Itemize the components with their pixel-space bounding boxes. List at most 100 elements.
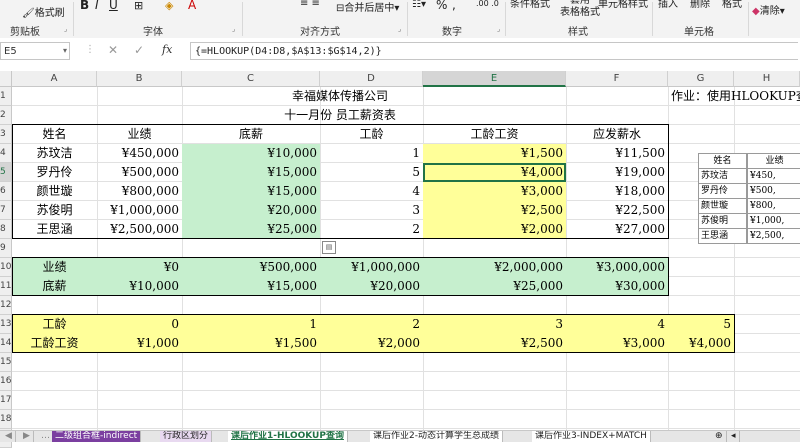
lookup-label-sales[interactable]: 业绩 (12, 258, 97, 277)
lookup-bonus-value[interactable]: ¥1,500 (182, 334, 320, 353)
row-header-9[interactable]: 9 (0, 239, 12, 258)
employee-base[interactable]: ¥25,000 (182, 220, 320, 239)
row-header-1[interactable]: 1 (0, 87, 12, 106)
underline-button[interactable]: U (109, 0, 118, 12)
employee-years[interactable]: 1 (320, 144, 423, 163)
employee-name[interactable]: 颜世璇 (12, 182, 97, 201)
format-painter-button[interactable]: 🖌格式刷 (22, 4, 65, 19)
row-header-14[interactable]: 14 (0, 334, 12, 353)
sheet-scroll-left-icon[interactable]: ◂ (728, 431, 740, 442)
row-header-7[interactable]: 7 (0, 201, 12, 220)
comma-button[interactable]: , (452, 0, 456, 12)
chevron-down-icon[interactable]: ▾ (63, 46, 67, 55)
column-header-C[interactable]: C (182, 71, 320, 87)
lookup-bonus-value[interactable]: ¥1,000 (97, 334, 182, 353)
lookup-years-value[interactable]: 0 (97, 315, 182, 334)
increase-decimal-icon[interactable]: .00 .0 (476, 0, 499, 8)
name-box[interactable]: E5 (0, 42, 70, 60)
lookup-base-value[interactable]: ¥30,000 (566, 277, 668, 296)
column-header-A[interactable]: A (12, 71, 97, 87)
insert-function-button[interactable]: fx (162, 43, 172, 56)
lookup-base-value[interactable]: ¥15,000 (182, 277, 320, 296)
worksheet-grid[interactable]: 幸福媒体传播公司 十一月份 员工薪资表 作业：使用HLOOKUP查 姓名 业绩 底薪 工龄工… (12, 87, 800, 430)
lookup-sales-value[interactable]: ¥1,000,000 (320, 258, 423, 277)
row-header-18[interactable]: 18 (0, 410, 12, 429)
sheet-tab[interactable]: 行政区划分 (160, 431, 213, 442)
lookup-label-bonus[interactable]: 工龄工资 (12, 334, 97, 353)
row-header-4[interactable]: 4 (0, 144, 12, 163)
lookup-bonus-value[interactable]: ¥2,000 (320, 334, 423, 353)
employee-name[interactable]: 苏俊明 (12, 201, 97, 220)
conditional-format-button[interactable]: 条件格式 (510, 0, 550, 10)
lookup-base-value[interactable]: ¥25,000 (423, 277, 566, 296)
format-button[interactable]: 格式 (722, 0, 742, 10)
merge-center-button[interactable]: ⊟合并后居中▾ (336, 0, 399, 14)
next-sheet-icon[interactable]: ▶ (20, 431, 34, 442)
row-header-2[interactable]: 2 (0, 106, 12, 125)
insert-button[interactable]: 插入 (658, 0, 678, 10)
font-color-button[interactable]: A (188, 0, 196, 12)
employee-pay[interactable]: ¥18,000 (566, 182, 668, 201)
employee-name[interactable]: 罗丹伶 (12, 163, 97, 182)
currency-icon[interactable]: ☷▾ (412, 0, 426, 10)
cell-style-button[interactable]: 单元格样式 (598, 0, 648, 10)
paste-options-icon[interactable]: ▤ (322, 241, 336, 254)
lookup-years-value[interactable]: 5 (668, 315, 734, 334)
lookup-sales-value[interactable]: ¥2,000,000 (423, 258, 566, 277)
employee-pay[interactable]: ¥19,000 (566, 163, 668, 182)
table-header-1[interactable]: 业绩 (97, 125, 182, 144)
employee-base[interactable]: ¥15,000 (182, 163, 320, 182)
lookup-bonus-value[interactable]: ¥2,500 (423, 334, 566, 353)
table-header-3[interactable]: 工龄 (320, 125, 423, 144)
borders-icon[interactable]: ⊞ (134, 0, 143, 12)
employee-name[interactable]: 王思涵 (12, 220, 97, 239)
clear-button[interactable]: ◆清除▾ (752, 2, 785, 17)
row-header-17[interactable]: 17 (0, 391, 12, 410)
row-header-11[interactable]: 11 (0, 277, 12, 296)
table-header-0[interactable]: 姓名 (12, 125, 97, 144)
lookup-sales-value[interactable]: ¥3,000,000 (566, 258, 668, 277)
employee-name[interactable]: 苏玟洁 (12, 144, 97, 163)
column-header-D[interactable]: D (320, 71, 423, 87)
employee-years[interactable]: 4 (320, 182, 423, 201)
row-header-15[interactable]: 15 (0, 353, 12, 372)
table-header-5[interactable]: 应发薪水 (566, 125, 668, 144)
lookup-base-value[interactable]: ¥20,000 (320, 277, 423, 296)
lookup-label-years[interactable]: 工龄 (12, 315, 97, 334)
employee-base[interactable]: ¥15,000 (182, 182, 320, 201)
employee-years[interactable]: 3 (320, 201, 423, 220)
employee-sales[interactable]: ¥2,500,000 (97, 220, 182, 239)
clipboard-launcher-icon[interactable]: ⌟ (64, 25, 67, 33)
employee-pay[interactable]: ¥11,500 (566, 144, 668, 163)
employee-sales[interactable]: ¥800,000 (97, 182, 182, 201)
bold-button[interactable]: B (80, 0, 89, 12)
employee-pay[interactable]: ¥22,500 (566, 201, 668, 220)
sheet-title[interactable]: 幸福媒体传播公司 (12, 87, 668, 106)
employee-bonus[interactable]: ¥2,500 (423, 201, 566, 220)
assignment-note[interactable]: 作业：使用HLOOKUP查 (668, 87, 800, 106)
sheet-tab[interactable]: 课后作业2-动态计算学生总成绩 (370, 431, 503, 442)
table-header-2[interactable]: 底薪 (182, 125, 320, 144)
select-all-corner[interactable] (0, 71, 12, 87)
employee-base[interactable]: ¥10,000 (182, 144, 320, 163)
employee-bonus[interactable]: ¥2,000 (423, 220, 566, 239)
lookup-years-value[interactable]: 3 (423, 315, 566, 334)
row-header-3[interactable]: 3 (0, 125, 12, 144)
sheet-tab[interactable]: 课后作业3-INDEX+MATCH (532, 431, 651, 442)
employee-pay[interactable]: ¥27,000 (566, 220, 668, 239)
column-header-F[interactable]: F (566, 71, 668, 87)
lookup-sales-value[interactable]: ¥0 (97, 258, 182, 277)
employee-bonus[interactable]: ¥1,500 (423, 144, 566, 163)
italic-button[interactable]: I (95, 0, 99, 12)
align-icon[interactable]: ≡ ≡ (300, 0, 320, 9)
enter-icon[interactable]: ✓ (134, 43, 144, 57)
sheet-tab[interactable]: 二级组合框-indirect (52, 431, 142, 442)
row-header-5[interactable]: 5 (0, 163, 12, 182)
employee-sales[interactable]: ¥450,000 (97, 144, 182, 163)
row-header-12[interactable]: 12 (0, 296, 12, 315)
row-header-13[interactable]: 13 (0, 315, 12, 334)
column-header-E[interactable]: E (423, 71, 566, 87)
prev-sheet-icon[interactable]: ◀ (2, 431, 16, 442)
table-header-4[interactable]: 工龄工资 (423, 125, 566, 144)
lookup-bonus-value[interactable]: ¥3,000 (566, 334, 668, 353)
